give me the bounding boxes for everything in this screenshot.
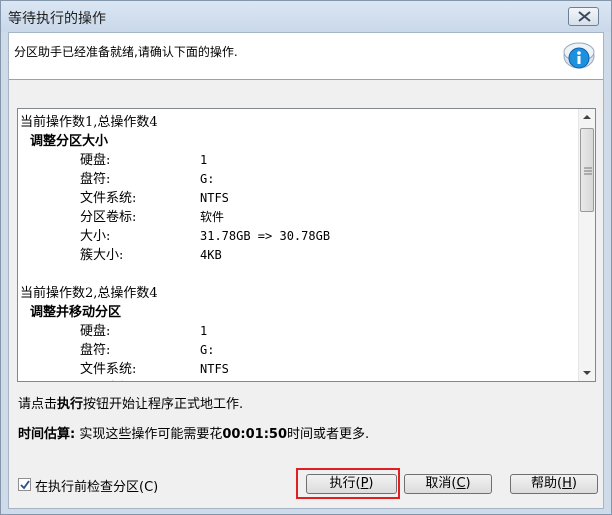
help-label: 帮助( — [531, 476, 563, 491]
scroll-down-arrow-icon[interactable] — [579, 364, 595, 381]
dialog-header: 分区助手已经准备就绪,请确认下面的操作. — [9, 33, 603, 80]
detail-value: NTFS — [200, 362, 229, 376]
operations-content: 当前操作数1,总操作数4 调整分区大小硬盘: 1 盘符: G: 文件系统: NTFS 分区卷标… — [20, 113, 575, 381]
operation-title: 调整分区大小 — [30, 134, 109, 149]
help-label-close: ) — [571, 476, 577, 491]
check-partition-label: 在执行前检查分区(C) — [35, 480, 159, 495]
cancel-label-close: ) — [465, 476, 471, 491]
detail-value: 软件 — [200, 379, 224, 381]
close-icon — [578, 11, 591, 22]
execute-button[interactable]: 执行(P) — [306, 474, 397, 494]
vertical-scrollbar[interactable] — [578, 109, 595, 381]
operation-detail-row: 分区卷标: 软件 — [20, 208, 575, 227]
detail-value: 软件 — [200, 210, 225, 224]
operation-detail-row: 文件系统: NTFS — [20, 189, 575, 208]
operation-detail-row: 硬盘: 1 — [20, 151, 575, 170]
detail-label: 文件系统: — [80, 362, 137, 377]
operation-detail-row: 文件系统: NTFS — [20, 360, 575, 379]
dialog-window: 等待执行的操作 分区助手已经准备就绪,请确认下面的操作. 当前操作数1,总操作数… — [0, 0, 612, 515]
operation-detail-row: 分区卷标: 软件 — [20, 379, 575, 381]
detail-value: 1 — [200, 324, 208, 338]
dialog-client: 分区助手已经准备就绪,请确认下面的操作. 当前操作数1,总操作数4 调整分区大小硬… — [8, 32, 604, 509]
checkmark-icon — [20, 480, 30, 490]
execute-label-close: ) — [368, 476, 374, 491]
detail-label: 硬盘: — [80, 153, 111, 168]
estimate-time: 00:01:50 — [222, 427, 288, 442]
operation-title: 调整并移动分区 — [30, 305, 122, 320]
detail-label: 文件系统: — [80, 191, 137, 206]
detail-value: 1 — [200, 153, 208, 167]
operation-header: 当前操作数2,总操作数4 — [20, 286, 158, 301]
instruction-prefix: 请点击 — [18, 397, 58, 412]
cancel-button[interactable]: 取消(C) — [404, 474, 492, 494]
header-message: 分区助手已经准备就绪,请确认下面的操作. — [14, 45, 238, 59]
detail-label: 盘符: — [80, 343, 111, 358]
estimate-prefix: 实现这些操作可能需要花 — [75, 427, 223, 442]
detail-label: 分区卷标: — [80, 210, 137, 225]
scroll-up-arrow-icon[interactable] — [579, 109, 595, 126]
detail-label: 大小: — [80, 229, 111, 244]
window-title: 等待执行的操作 — [8, 11, 106, 27]
detail-value: 31.78GB => 30.78GB — [200, 229, 331, 243]
detail-value: G: — [200, 343, 215, 357]
title-bar[interactable]: 等待执行的操作 — [1, 1, 611, 32]
execute-label: 执行( — [329, 476, 361, 491]
instruction-text: 请点击执行按钮开始让程序正式地工作. — [18, 393, 243, 412]
instruction-suffix: 按钮开始让程序正式地工作. — [83, 397, 244, 412]
help-button[interactable]: 帮助(H) — [510, 474, 598, 494]
operation-detail-row: 盘符: G: — [20, 341, 575, 360]
instruction-keyword: 执行 — [57, 397, 84, 412]
detail-label: 硬盘: — [80, 324, 111, 339]
scrollbar-thumb[interactable] — [580, 128, 594, 212]
detail-label: 簇大小: — [80, 248, 124, 263]
estimate-suffix: 时间或者更多. — [287, 427, 370, 442]
detail-value: 4KB — [200, 248, 222, 262]
detail-label: 分区卷标: — [80, 379, 136, 381]
operation-detail-row: 簇大小: 4KB — [20, 246, 575, 265]
time-estimate: 时间估算: 实现这些操作可能需要花00:01:50时间或者更多. — [18, 423, 369, 442]
grip-icon — [584, 167, 592, 175]
operation-detail-row: 硬盘: 1 — [20, 322, 575, 341]
help-shortcut: H — [562, 476, 572, 491]
check-partition-checkbox[interactable] — [18, 478, 31, 491]
cancel-shortcut: C — [456, 476, 466, 491]
operations-list[interactable]: 当前操作数1,总操作数4 调整分区大小硬盘: 1 盘符: G: 文件系统: NTFS 分区卷标… — [17, 108, 596, 382]
close-button[interactable] — [568, 7, 599, 26]
operation-detail-row: 大小: 31.78GB => 30.78GB — [20, 227, 575, 246]
detail-value: NTFS — [200, 191, 229, 205]
detail-value: G: — [200, 172, 215, 186]
detail-label: 盘符: — [80, 172, 111, 187]
operation-detail-row: 盘符: G: — [20, 170, 575, 189]
info-disk-icon — [563, 42, 595, 69]
operation-header: 当前操作数1,总操作数4 — [20, 115, 158, 130]
estimate-label: 时间估算: — [18, 427, 76, 442]
cancel-label: 取消( — [425, 476, 457, 491]
